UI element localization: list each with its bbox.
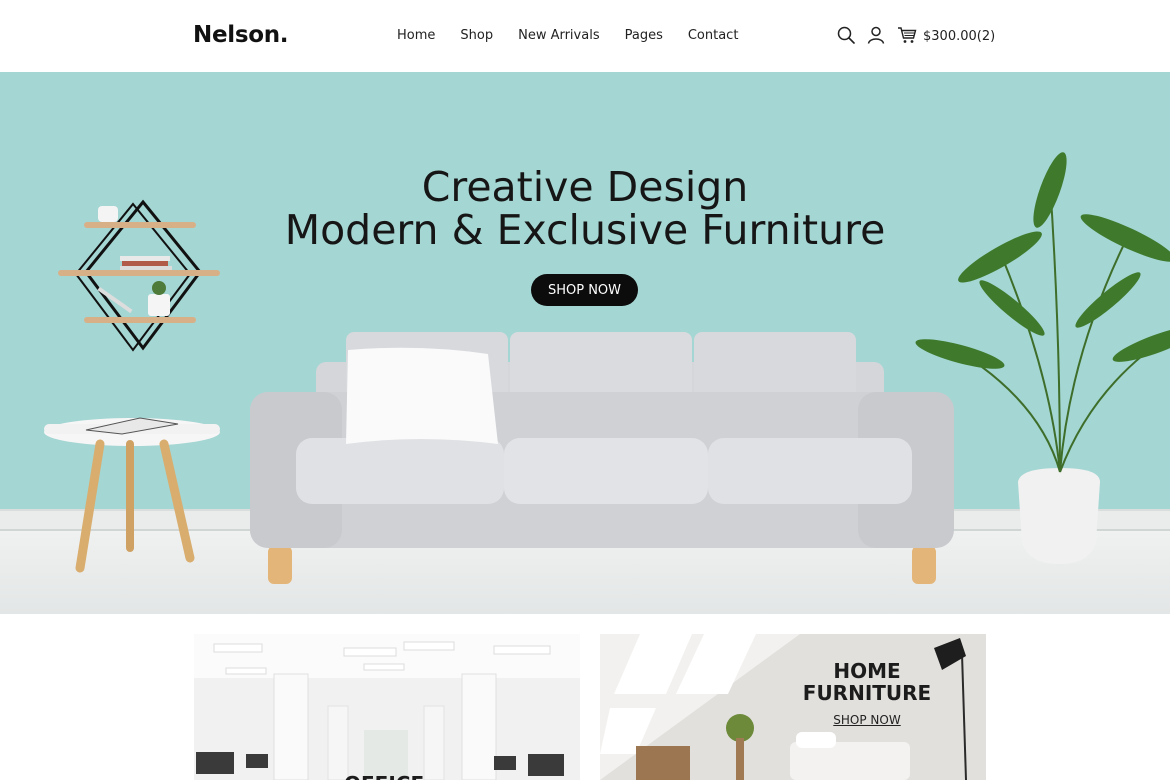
hero-title: Creative Design Modern & Exclusive Furni…: [0, 166, 1170, 252]
hero-title-line-2: Modern & Exclusive Furniture: [284, 206, 886, 254]
hero-banner: Creative Design Modern & Exclusive Furni…: [0, 72, 1170, 614]
header-actions: $300.00(2): [837, 26, 995, 46]
side-table-image: [44, 417, 220, 573]
promo-office-title: OFFICE: [344, 772, 424, 780]
shop-now-button[interactable]: SHOP NOW: [531, 274, 638, 306]
main-nav: Home Shop New Arrivals Pages Contact: [397, 28, 763, 43]
promo-card-office[interactable]: OFFICE: [194, 634, 580, 780]
nav-item-contact[interactable]: Contact: [688, 28, 739, 43]
user-icon[interactable]: [867, 26, 887, 46]
promo-home-title-line-2: FURNITURE: [802, 681, 932, 705]
cart-total[interactable]: $300.00(2): [923, 29, 995, 44]
promo-home-shop-now-link[interactable]: SHOP NOW: [780, 713, 954, 727]
office-image: [194, 634, 580, 780]
nav-item-pages[interactable]: Pages: [625, 28, 663, 43]
hero-illustration: [44, 152, 1170, 584]
nav-item-shop[interactable]: Shop: [460, 28, 493, 43]
cart-icon[interactable]: [897, 26, 917, 46]
promo-home-title-line-1: HOME: [833, 659, 901, 683]
hero-title-line-1: Creative Design: [421, 163, 749, 211]
site-header: Nelson. Home Shop New Arrivals Pages Con…: [0, 0, 1170, 72]
nav-item-new-arrivals[interactable]: New Arrivals: [518, 28, 600, 43]
search-icon[interactable]: [837, 26, 857, 46]
nav-item-home[interactable]: Home: [397, 28, 435, 43]
home-furniture-image: [600, 634, 986, 780]
promo-card-home-furniture[interactable]: HOME FURNITURE SHOP NOW: [600, 634, 986, 780]
promo-home-title: HOME FURNITURE: [780, 660, 954, 704]
site-logo[interactable]: Nelson.: [193, 22, 289, 48]
sofa-image: [250, 332, 954, 584]
